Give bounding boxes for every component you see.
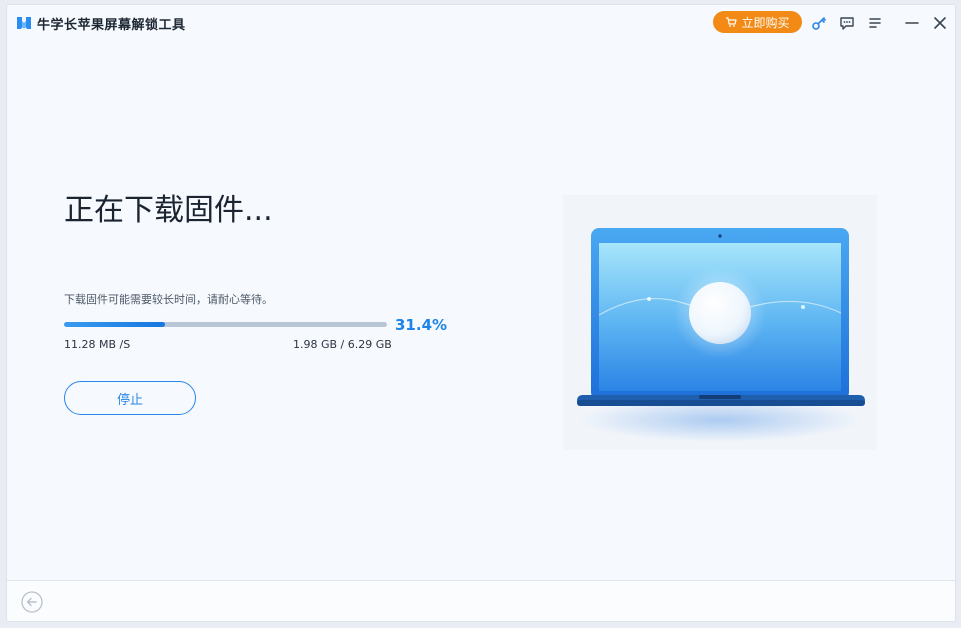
- download-percent: 31.4%: [395, 316, 448, 334]
- laptop-illustration: [563, 195, 877, 450]
- download-progress-fill: [64, 322, 166, 327]
- buy-now-label: 立即购买: [741, 15, 790, 30]
- title-bar: 牛学长苹果屏幕解锁工具 立即购买: [7, 5, 955, 41]
- app-window: 牛学长苹果屏幕解锁工具 立即购买 正在下载固件... 下载固件可能需要较长时间，…: [6, 4, 956, 622]
- footer-bar: [7, 580, 955, 621]
- stop-button[interactable]: 停止: [64, 381, 196, 415]
- app-title: 牛学长苹果屏幕解锁工具: [37, 18, 186, 33]
- page-title: 正在下载固件...: [64, 193, 273, 228]
- feedback-icon[interactable]: [838, 14, 856, 32]
- download-size: 1.98 GB / 6.29 GB: [293, 338, 392, 351]
- cart-icon: [726, 17, 738, 27]
- minimize-icon[interactable]: [903, 14, 921, 32]
- menu-icon[interactable]: [866, 14, 884, 32]
- download-hint: 下载固件可能需要较长时间，请耐心等待。: [64, 293, 273, 306]
- download-progress-bar: [64, 322, 387, 327]
- key-icon[interactable]: [810, 14, 828, 32]
- back-arrow-icon[interactable]: [21, 591, 43, 613]
- close-icon[interactable]: [931, 14, 949, 32]
- buy-now-button[interactable]: 立即购买: [713, 11, 802, 33]
- download-speed: 11.28 MB /S: [64, 338, 131, 351]
- app-logo-icon: [17, 17, 31, 29]
